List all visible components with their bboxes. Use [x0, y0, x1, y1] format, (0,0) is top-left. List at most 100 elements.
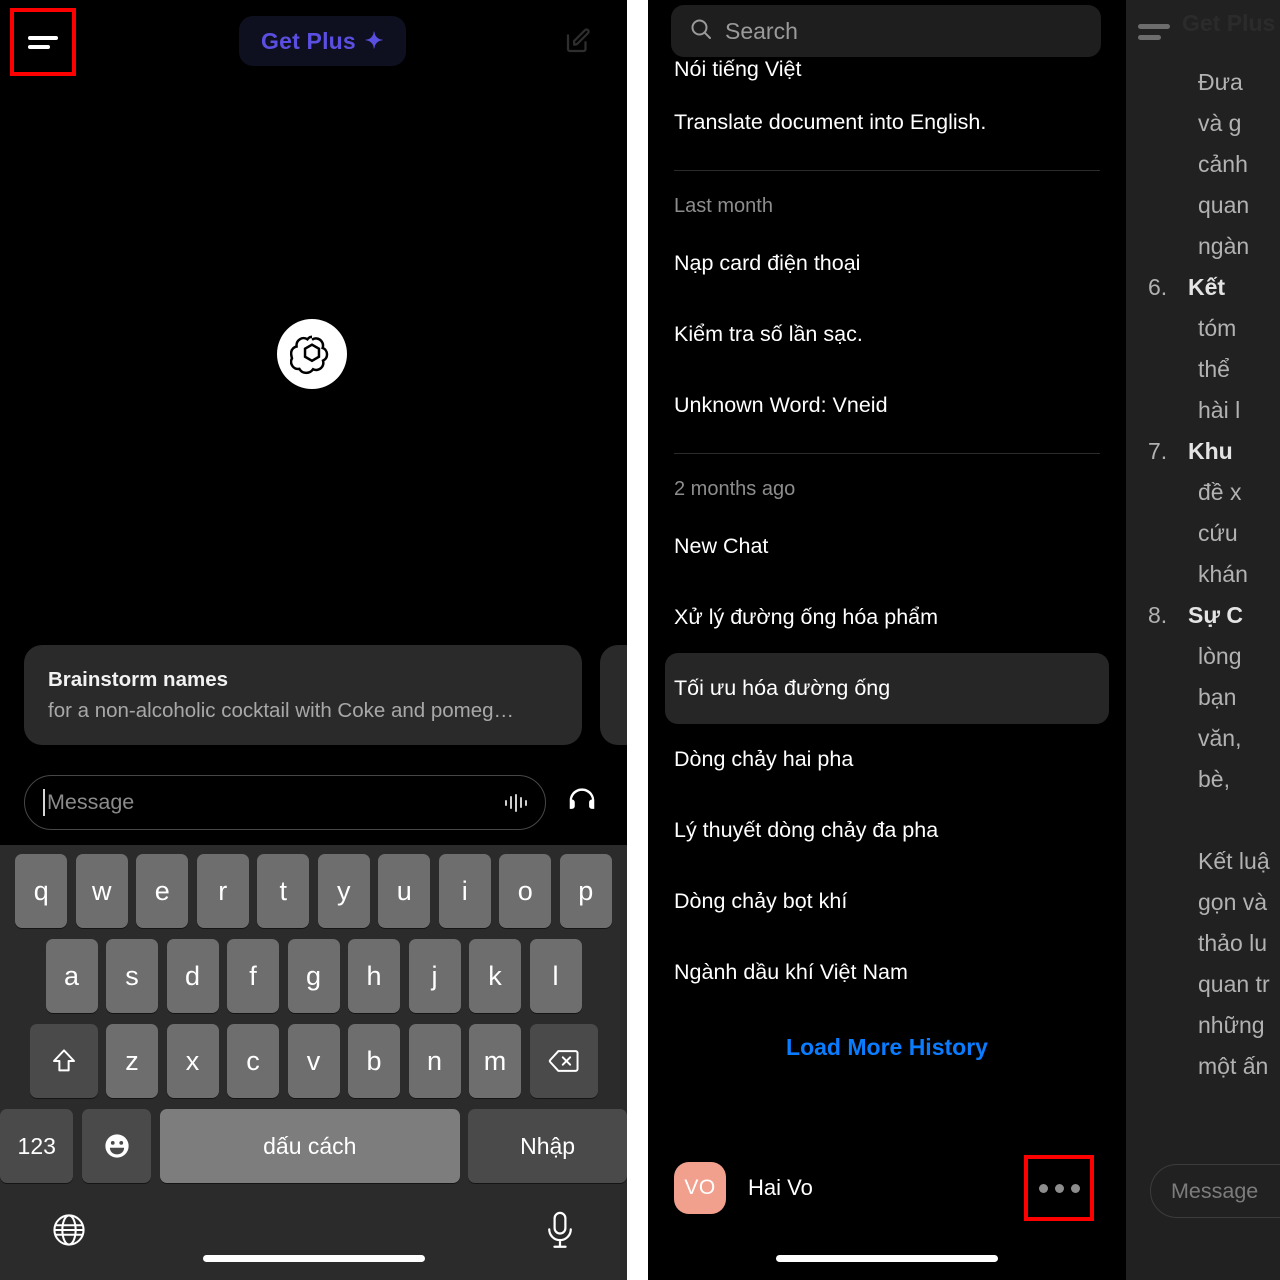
key-h[interactable]: h: [348, 939, 400, 1013]
list-item[interactable]: Translate document into English.: [648, 87, 1126, 158]
search-icon: [689, 17, 713, 46]
numbered-line: 6. Kết: [1126, 267, 1280, 308]
text-line: thể: [1198, 356, 1230, 382]
key-m[interactable]: m: [469, 1024, 521, 1098]
key-y[interactable]: y: [317, 854, 370, 928]
key-i[interactable]: i: [438, 854, 491, 928]
key-g[interactable]: g: [287, 939, 340, 1013]
compose-edit-icon[interactable]: [563, 26, 593, 56]
list-item[interactable]: Kiểm tra số lần sạc.: [648, 299, 1126, 370]
text-line: thảo lu: [1198, 930, 1268, 956]
list-item[interactable]: Nói tiếng Việt: [648, 57, 1126, 87]
history-group-label: Last month: [674, 195, 773, 217]
search-placeholder: Search: [725, 17, 798, 44]
text-line: đề x: [1198, 479, 1242, 505]
search-input[interactable]: Search: [671, 5, 1101, 57]
space-key[interactable]: dấu cách: [159, 1109, 460, 1183]
backspace-icon[interactable]: [529, 1024, 598, 1098]
suggestion-card-next[interactable]: [600, 645, 627, 745]
list-index: 7.: [1148, 438, 1168, 464]
audio-waveform-icon[interactable]: [504, 793, 527, 812]
history-list[interactable]: Nói tiếng Việt Translate document into E…: [648, 57, 1126, 1147]
suggestion-subtitle: for a non-alcoholic cocktail with Coke a…: [48, 698, 515, 722]
get-plus-button[interactable]: Get Plus ✦: [239, 16, 406, 66]
text-line: ngàn: [1198, 233, 1250, 259]
enter-key[interactable]: Nhập: [468, 1109, 627, 1183]
key-w[interactable]: w: [75, 854, 128, 928]
screenshot-stage: Get Plus ✦ Brainstorm names for a non-al…: [0, 0, 1280, 1280]
key-f[interactable]: f: [227, 939, 279, 1013]
suggestion-card[interactable]: Brainstorm names for a non-alcoholic coc…: [24, 645, 582, 745]
suggestion-row: Brainstorm names for a non-alcoholic coc…: [0, 645, 627, 745]
list-item[interactable]: Xử lý đường ống hóa phẩm: [648, 582, 1126, 653]
profile-name: Hai Vo: [748, 1175, 813, 1200]
panel-separator: [627, 0, 648, 1280]
text-line: và g: [1198, 110, 1242, 136]
key-a[interactable]: a: [45, 939, 98, 1013]
key-b[interactable]: b: [348, 1024, 400, 1098]
text-line: cảnh: [1198, 151, 1248, 177]
key-k[interactable]: k: [469, 939, 521, 1013]
list-item[interactable]: New Chat: [648, 511, 1126, 582]
text-caret: [43, 789, 45, 816]
headphones-icon[interactable]: [565, 787, 599, 817]
list-heading: Kết: [1188, 274, 1226, 300]
key-p[interactable]: p: [559, 854, 612, 928]
text-line: Kết luậ: [1198, 848, 1270, 874]
key-r[interactable]: r: [196, 854, 249, 928]
list-item-selected[interactable]: Tối ưu hóa đường ống: [665, 653, 1109, 724]
sidebar-menu-button[interactable]: [10, 8, 76, 76]
key-s[interactable]: s: [106, 939, 158, 1013]
key-u[interactable]: u: [378, 854, 431, 928]
list-item[interactable]: Nạp card điện thoại: [648, 228, 1126, 299]
key-v[interactable]: v: [287, 1024, 340, 1098]
profile-row[interactable]: VO Hai Vo: [648, 1153, 1126, 1223]
text-line: cứu: [1198, 520, 1238, 546]
more-options-button[interactable]: [1024, 1155, 1094, 1221]
key-x[interactable]: x: [166, 1024, 219, 1098]
key-c[interactable]: c: [227, 1024, 279, 1098]
list-item[interactable]: Ngành dầu khí Việt Nam: [648, 937, 1126, 1008]
globe-language-icon[interactable]: [50, 1211, 88, 1254]
list-heading: Sự C: [1188, 602, 1243, 628]
text-line: bè,: [1198, 766, 1230, 792]
key-q[interactable]: q: [15, 854, 68, 928]
home-indicator: [202, 1255, 425, 1262]
text-line: quan tr: [1198, 971, 1270, 997]
keyboard-row-3: z x c v b n m: [0, 1013, 627, 1098]
conversation-header: [1138, 18, 1170, 46]
more-options-icon: [1038, 1183, 1080, 1193]
key-l[interactable]: l: [529, 939, 582, 1013]
numbers-key[interactable]: 123: [0, 1109, 74, 1183]
hamburger-menu-icon[interactable]: [1138, 24, 1170, 40]
chat-header: Get Plus ✦: [0, 0, 627, 84]
microphone-icon[interactable]: [543, 1211, 577, 1254]
key-z[interactable]: z: [106, 1024, 158, 1098]
home-indicator: [776, 1255, 998, 1262]
shift-arrow-icon[interactable]: [29, 1024, 98, 1098]
list-item[interactable]: Unknown Word: Vneid: [648, 370, 1126, 441]
list-item[interactable]: Dòng chảy hai pha: [648, 724, 1126, 795]
suggestion-title: Brainstorm names: [48, 668, 229, 691]
message-composer: Message: [0, 775, 627, 835]
list-item[interactable]: Lý thuyết dòng chảy đa pha: [648, 795, 1126, 866]
message-input[interactable]: Message: [24, 775, 546, 830]
message-input[interactable]: Message: [1150, 1164, 1280, 1218]
keyboard-row-1: q w e r t y u i o p: [0, 845, 627, 928]
key-n[interactable]: n: [408, 1024, 461, 1098]
list-item[interactable]: Dòng chảy bọt khí: [648, 866, 1126, 937]
key-d[interactable]: d: [166, 939, 219, 1013]
key-e[interactable]: e: [136, 854, 189, 928]
avatar: VO: [674, 1162, 726, 1214]
emoji-smiley-icon[interactable]: [81, 1109, 152, 1183]
list-heading: Khu: [1188, 438, 1233, 464]
key-t[interactable]: t: [257, 854, 310, 928]
key-o[interactable]: o: [499, 854, 552, 928]
text-line: bạn: [1198, 684, 1237, 710]
get-plus-button[interactable]: Get Plus: [1182, 10, 1275, 37]
key-j[interactable]: j: [408, 939, 461, 1013]
load-more-history-button[interactable]: Load More History: [648, 1008, 1126, 1071]
sparkle-icon: ✦: [364, 28, 384, 53]
list-index: 8.: [1148, 602, 1168, 628]
